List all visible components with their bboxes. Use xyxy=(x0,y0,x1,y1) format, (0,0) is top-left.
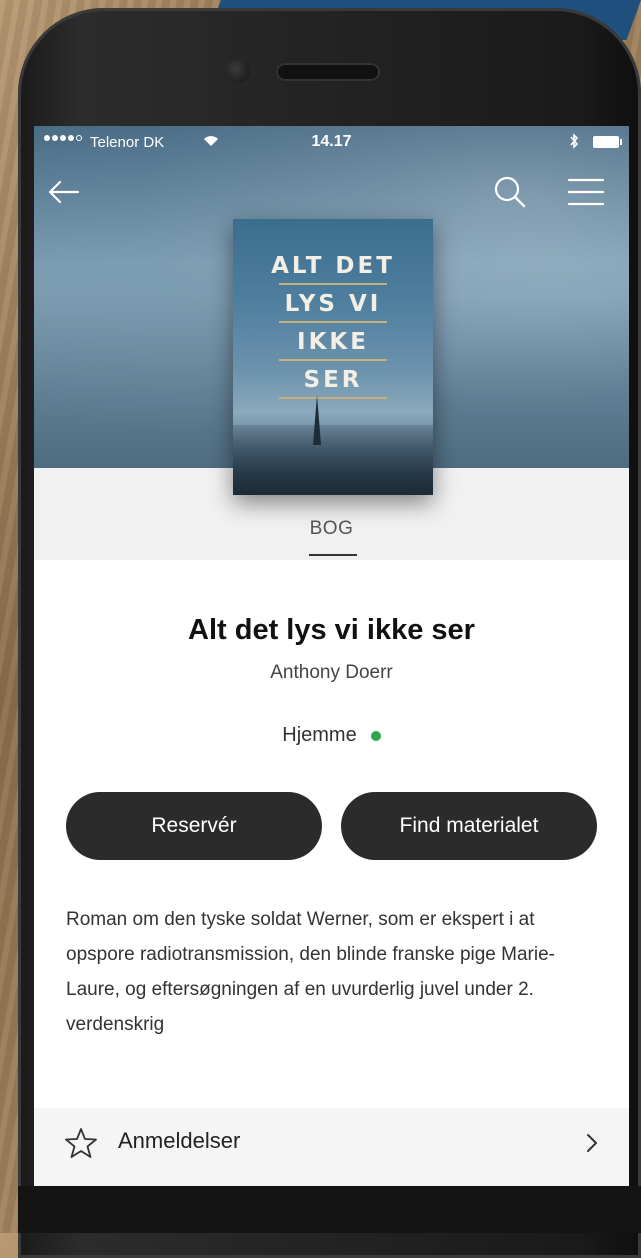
cover-title: ALT DET LYS VI IKKE SER xyxy=(233,247,433,399)
availability-dot xyxy=(370,730,381,741)
cover-title-line: IKKE xyxy=(297,329,369,355)
cover-title-line: LYS VI xyxy=(284,291,382,317)
front-camera xyxy=(226,59,250,83)
chevron-right-icon xyxy=(587,1134,597,1152)
app-screen: Telenor DK 14.17 ALT DET LYS VI IKKE SER xyxy=(34,126,629,1186)
material-type-underline xyxy=(309,554,357,556)
cover-title-line: ALT DET xyxy=(271,253,395,279)
status-bar: Telenor DK 14.17 xyxy=(34,126,629,160)
earpiece-speaker xyxy=(276,63,380,81)
hamburger-menu-icon[interactable] xyxy=(566,174,606,210)
reserve-button[interactable]: Reservér xyxy=(66,792,322,860)
book-title: Alt det lys vi ikke ser xyxy=(188,614,475,646)
availability-status: Hjemme xyxy=(34,724,629,747)
material-type-tab[interactable]: BOG xyxy=(34,518,629,540)
arrow-left-icon[interactable] xyxy=(44,172,84,212)
phone-bottom-bezel xyxy=(18,1186,641,1233)
cover-city-skyline xyxy=(233,425,433,495)
search-icon[interactable] xyxy=(490,172,530,212)
reviews-row[interactable]: Anmeldelser xyxy=(34,1108,629,1186)
star-outline-icon xyxy=(65,1128,97,1158)
book-description: Roman om den tyske soldat Werner, som er… xyxy=(66,909,555,1035)
cover-title-line: SER xyxy=(303,367,363,393)
find-material-button[interactable]: Find materialet xyxy=(341,792,597,860)
status-time: 14.17 xyxy=(311,133,352,150)
availability-label: Hjemme xyxy=(282,724,357,746)
battery-icon xyxy=(593,136,622,148)
book-author[interactable]: Anthony Doerr xyxy=(34,662,629,684)
bluetooth-icon xyxy=(570,133,579,149)
reviews-label: Anmeldelser xyxy=(118,1128,241,1153)
book-cover[interactable]: ALT DET LYS VI IKKE SER xyxy=(233,219,433,495)
